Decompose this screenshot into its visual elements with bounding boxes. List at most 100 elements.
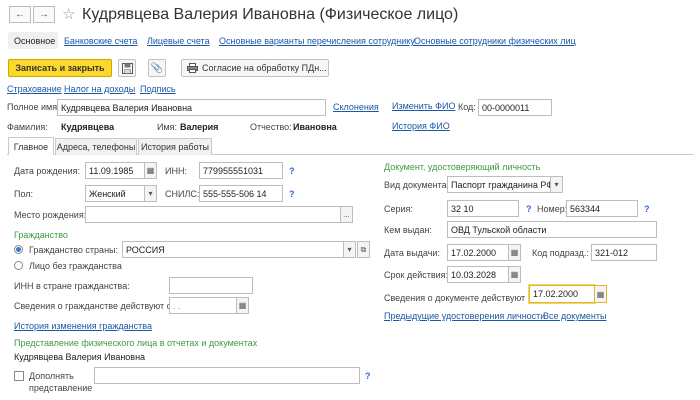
calendar-icon: ▦ (238, 301, 247, 310)
calendar-icon: ▦ (510, 248, 519, 257)
chevron-down-icon: ▾ (148, 189, 153, 198)
tab-personal-accounts[interactable]: Лицевые счета (147, 36, 210, 46)
patronymic-label: Отчество: (250, 122, 292, 132)
attach-button[interactable]: 📎 (148, 59, 166, 77)
series-help-icon[interactable]: ? (526, 204, 532, 214)
code-label: Код: (458, 102, 476, 112)
issued-by-input[interactable]: ОВД Тульской области (447, 221, 657, 238)
citizen-label: Гражданство страны: (29, 245, 119, 255)
full-name-input[interactable]: Кудрявцева Валерия Ивановна (57, 99, 326, 116)
birth-input[interactable]: 11.09.1985 (85, 162, 145, 179)
doc-type-label: Вид документа: (384, 180, 450, 190)
valid-from-label: Сведения о документе действуют с: (384, 293, 535, 303)
inner-tab-main[interactable]: Главное (8, 137, 54, 155)
dept-code-input[interactable]: 321-012 (591, 244, 657, 261)
gender-select[interactable]: Женский (85, 185, 145, 202)
calendar-button[interactable]: ▦ (144, 162, 157, 179)
birthplace-select-button[interactable]: ... (340, 206, 353, 223)
tab-main-employees[interactable]: Основные сотрудники физических лиц (414, 36, 576, 46)
insurance-link[interactable]: Страхование (7, 84, 62, 94)
doc-type-select[interactable]: Паспорт гражданина РФ (447, 176, 551, 193)
change-fio-link[interactable]: Изменить ФИО (392, 101, 455, 111)
income-tax-link[interactable]: Налог на доходы (64, 84, 135, 94)
tab-bank-accounts[interactable]: Банковские счета (64, 36, 137, 46)
supplement-checkbox[interactable] (14, 371, 24, 381)
expiry-input[interactable]: 10.03.2028 (447, 266, 509, 283)
snils-help-icon[interactable]: ? (289, 189, 295, 199)
surname-label: Фамилия: (7, 122, 48, 132)
citizen-valid-label: Сведения о гражданстве действуют с: (14, 301, 174, 311)
calendar-icon: ▦ (510, 270, 519, 279)
number-input[interactable]: 563344 (566, 200, 638, 217)
number-label: Номер: (537, 204, 568, 214)
forward-button[interactable]: → (33, 6, 55, 23)
prev-docs-link[interactable]: Предыдущие удостоверения личности (384, 311, 545, 321)
citizen-valid-input[interactable]: . . (169, 297, 237, 314)
tab-main[interactable]: Основное (14, 36, 55, 46)
doc-header: Документ, удостоверяющий личность (384, 162, 541, 172)
inner-tab-addresses[interactable]: Адреса, телефоны (55, 138, 137, 155)
country-open-button[interactable]: ⧉ (357, 241, 370, 258)
inner-tab-work-history[interactable]: История работы (138, 138, 212, 155)
all-docs-link[interactable]: Все документы (543, 311, 606, 321)
stateless-label: Лицо без гражданства (29, 261, 122, 271)
issued-by-label: Кем выдан: (384, 225, 432, 235)
representation-value: Кудрявцева Валерия Ивановна (14, 352, 146, 362)
citizen-radio[interactable] (14, 245, 23, 254)
consent-button[interactable]: Согласие на обработку ПДн... (181, 59, 329, 77)
calendar-icon: ▦ (596, 289, 605, 299)
citizen-history-link[interactable]: История изменения гражданства (14, 321, 152, 331)
expiry-label: Срок действия: (384, 270, 449, 280)
paperclip-icon: 📎 (150, 62, 164, 74)
chevron-down-icon: ▾ (347, 245, 352, 254)
page-title: Кудрявцева Валерия Ивановна (Физическое … (82, 6, 459, 23)
series-label: Серия: (384, 204, 413, 214)
series-input[interactable]: 32 10 (447, 200, 519, 217)
citizenship-header: Гражданство (14, 230, 68, 240)
code-input[interactable]: 00-0000011 (478, 99, 552, 116)
declension-link[interactable]: Склонения (333, 102, 379, 112)
country-dropdown-button[interactable]: ▾ (343, 241, 356, 258)
birthplace-input[interactable] (85, 206, 341, 223)
ellipsis-icon: ... (343, 210, 350, 219)
foreign-inn-label: ИНН в стране гражданства: (14, 281, 130, 291)
birthplace-label: Место рождения: (14, 210, 87, 220)
birth-label: Дата рождения: (14, 166, 80, 176)
surname-value: Кудрявцева (61, 122, 115, 132)
valid-from-calendar-button[interactable]: ▦ (594, 285, 607, 303)
save-close-button[interactable]: Записать и закрыть (8, 59, 112, 77)
supplement-label-2: представление (29, 383, 93, 393)
supplement-help-icon[interactable]: ? (365, 371, 371, 381)
foreign-inn-input[interactable] (169, 277, 253, 294)
country-input[interactable]: РОССИЯ (122, 241, 344, 258)
supplement-input[interactable] (94, 367, 360, 384)
citizen-valid-calendar-button[interactable]: ▦ (236, 297, 249, 314)
gender-label: Пол: (14, 189, 34, 199)
inn-label: ИНН: (165, 166, 187, 176)
snils-input[interactable]: 555-555-506 14 (199, 185, 283, 202)
expiry-calendar-button[interactable]: ▦ (508, 266, 521, 283)
gender-dropdown-button[interactable]: ▾ (144, 185, 157, 202)
full-name-label: Полное имя: (7, 102, 60, 112)
tab-payment-options[interactable]: Основные варианты перечисления сотрудник… (219, 36, 415, 46)
doc-type-dropdown-button[interactable]: ▾ (550, 176, 563, 193)
open-icon: ⧉ (360, 244, 367, 254)
history-fio-link[interactable]: История ФИО (392, 121, 450, 131)
chevron-down-icon: ▾ (554, 180, 559, 189)
valid-from-input[interactable]: 17.02.2000 (529, 285, 595, 303)
printer-icon (187, 63, 198, 73)
back-button[interactable]: ← (9, 6, 31, 23)
inn-input[interactable]: 779955551031 (199, 162, 283, 179)
dept-code-label: Код подразд.: (532, 248, 589, 258)
representation-header: Представление физического лица в отчетах… (14, 338, 258, 348)
name-label: Имя: (157, 122, 178, 132)
issue-date-input[interactable]: 17.02.2000 (447, 244, 509, 261)
stateless-radio[interactable] (14, 261, 23, 270)
supplement-label-1: Дополнять (29, 371, 74, 381)
signature-link[interactable]: Подпись (140, 84, 176, 94)
star-icon[interactable]: ☆ (62, 7, 75, 22)
inn-help-icon[interactable]: ? (289, 166, 295, 176)
number-help-icon[interactable]: ? (644, 204, 650, 214)
save-button[interactable] (118, 59, 136, 77)
issue-date-calendar-button[interactable]: ▦ (508, 244, 521, 261)
